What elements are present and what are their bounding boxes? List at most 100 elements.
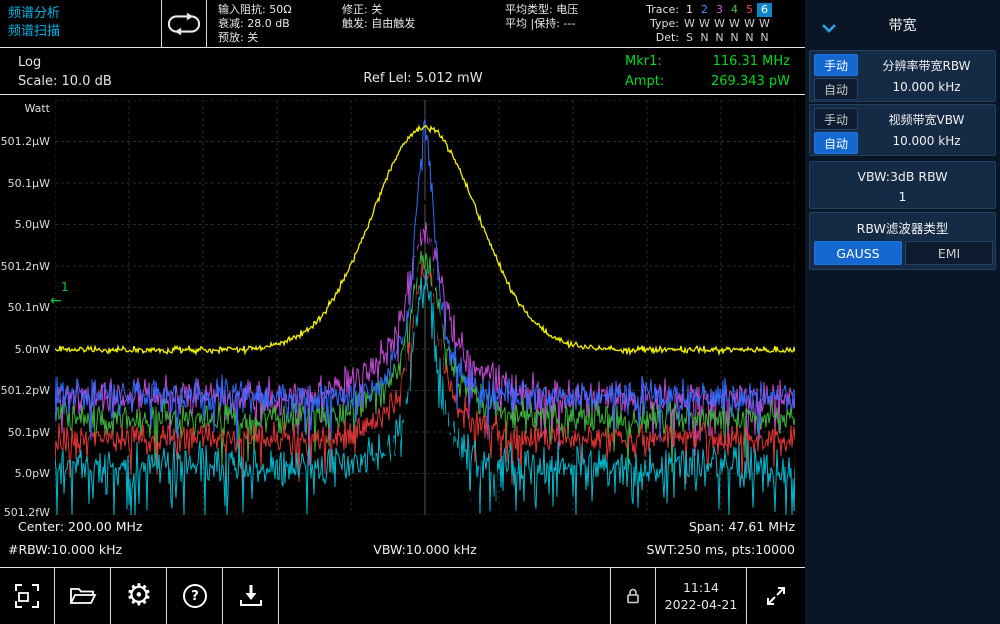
average-type: 平均类型: 电压 [505, 3, 578, 17]
type-row-label: Type: [638, 17, 682, 31]
rbw-auto-button[interactable]: 自动 [814, 78, 858, 100]
trace-row-label: Trace: [638, 3, 682, 17]
time-display: 11:14 [683, 579, 719, 596]
det-row-label: Det: [638, 31, 682, 45]
filter-gauss-button[interactable]: GAUSS [814, 241, 902, 265]
trigger-settings-column: 修正: 关 触发: 自由触发 [342, 3, 415, 31]
save-button[interactable] [224, 568, 279, 624]
marker1-arrow-icon: ← [50, 293, 62, 309]
clock-display: 11:14 2022-04-21 [656, 568, 746, 624]
trace-4-det: N [727, 31, 742, 45]
rbw-readout: #RBW:10.000 kHz [8, 542, 122, 557]
preamp: 预放: 关 [218, 31, 292, 45]
sidebar-header: 带宽 [805, 0, 1000, 48]
trace-2-det: N [697, 31, 712, 45]
date-display: 2022-04-21 [665, 596, 738, 613]
gear-icon: ⚙ [126, 581, 153, 611]
vbw-value[interactable]: 10.000 kHz [860, 134, 993, 148]
spectrum-analyzer-app: 频谱分析 频谱扫描 输入阻抗: 50Ω 衰减: 28.0 dB 预放: 关 修正… [0, 0, 1000, 624]
average-settings-column: 平均类型: 电压 平均 |保持: --- [505, 3, 578, 31]
file-open-button[interactable] [56, 568, 111, 624]
trace-4-type: W [727, 17, 742, 31]
trace-5-det: N [742, 31, 757, 45]
y-axis-label: 5.0pW [0, 467, 50, 480]
mode-spectrum-analysis[interactable]: 频谱分析 [8, 5, 60, 23]
trace-5-selector[interactable]: 5 [742, 3, 757, 17]
trace-2-selector[interactable]: 2 [697, 3, 712, 17]
trace-5-type: W [742, 17, 757, 31]
trace-status-grid: Trace:123456 Type:WWWWWW Det:SNNNNN [638, 3, 772, 45]
mode-menu: 频谱分析 频谱扫描 [8, 5, 60, 41]
y-axis-label: 501.2μW [0, 135, 50, 148]
trace-number-row: Trace:123456 [638, 3, 772, 17]
y-axis-label: 50.1μW [0, 177, 50, 190]
center-frequency[interactable]: Center: 200.00 MHz [18, 519, 143, 534]
fullscreen-button[interactable] [747, 568, 805, 624]
attenuation: 衰减: 28.0 dB [218, 17, 292, 31]
trace-1-type: W [682, 17, 697, 31]
rbw-filter-type-block: RBW滤波器类型 GAUSS EMI [809, 212, 996, 270]
marker1-frequency: 116.31 MHz [668, 54, 790, 69]
scale-label: Scale: 10.0 dB [18, 74, 112, 89]
marker1-indicator: 1 [61, 280, 69, 294]
screenshot-icon [14, 583, 40, 609]
trace-type-row: Type:WWWWWW [638, 17, 772, 31]
save-download-icon [238, 583, 264, 609]
lock-icon [625, 587, 641, 605]
y-axis-label: 5.0nW [0, 343, 50, 356]
marker1-ampt-label: Ampt: [625, 74, 664, 89]
ratio-value: 1 [810, 189, 995, 204]
continuous-sweep-button[interactable] [161, 0, 207, 47]
vbw-rbw-ratio-block[interactable]: VBW:3dB RBW 1 [809, 161, 996, 209]
filter-emi-button[interactable]: EMI [905, 241, 993, 265]
vbw-setting-block: 手动 自动 视频带宽VBW 10.000 kHz [809, 104, 996, 156]
help-button[interactable]: ? [168, 568, 223, 624]
y-axis-label: 501.2nW [0, 260, 50, 273]
fullscreen-icon [765, 585, 787, 607]
scale-type-label: Log [18, 55, 41, 70]
trace-1-selector[interactable]: 1 [682, 3, 697, 17]
trace-6-selector[interactable]: 6 [757, 3, 772, 17]
vbw-auto-button[interactable]: 自动 [814, 132, 858, 154]
chart-header: Log Scale: 10.0 dB Ref Lel: 5.012 mW Mkr… [0, 49, 805, 95]
trace-6-det: N [757, 31, 772, 45]
sweep-loop-icon [167, 11, 201, 37]
bottom-toolbar: ⚙ ? 11:14 2022-04-21 [0, 567, 805, 624]
trace-1-det: S [682, 31, 697, 45]
input-impedance: 输入阻抗: 50Ω [218, 3, 292, 17]
marker1-amplitude: 269.343 pW [668, 74, 790, 89]
sweep-time-readout: SWT:250 ms, pts:10000 [595, 542, 795, 557]
y-axis-label: 50.1nW [0, 301, 50, 314]
rbw-setting-block: 手动 自动 分辨率带宽RBW 10.000 kHz [809, 50, 996, 102]
vbw-manual-button[interactable]: 手动 [814, 108, 858, 130]
settings-button[interactable]: ⚙ [112, 568, 167, 624]
trace-3-type: W [712, 17, 727, 31]
average-hold: 平均 |保持: --- [505, 17, 578, 31]
vbw-readout: VBW:10.000 kHz [330, 542, 520, 557]
folder-icon [69, 584, 97, 608]
trace-detector-row: Det:SNNNNN [638, 31, 772, 45]
ratio-label: VBW:3dB RBW [810, 169, 995, 184]
rbw-label: 分辨率带宽RBW [860, 57, 993, 74]
trace-3-det: N [712, 31, 727, 45]
trace-6-type: W [757, 17, 772, 31]
trigger: 触发: 自由触发 [342, 17, 415, 31]
rbw-value[interactable]: 10.000 kHz [860, 80, 993, 94]
correction: 修正: 关 [342, 3, 415, 17]
y-axis-unit: Watt [0, 102, 50, 115]
mode-spectrum-scan[interactable]: 频谱扫描 [8, 23, 60, 41]
trace-2-type: W [697, 17, 712, 31]
span-frequency[interactable]: Span: 47.61 MHz [615, 519, 795, 534]
vbw-label: 视频带宽VBW [860, 111, 993, 128]
y-axis-label: 501.2fW [0, 506, 50, 519]
lock-button[interactable] [611, 568, 655, 624]
rbw-manual-button[interactable]: 手动 [814, 54, 858, 76]
ref-level-label[interactable]: Ref Lel: 5.012 mW [323, 71, 523, 86]
top-status-bar: 频谱分析 频谱扫描 输入阻抗: 50Ω 衰减: 28.0 dB 预放: 关 修正… [0, 0, 805, 48]
help-icon: ? [183, 584, 207, 608]
screenshot-button[interactable] [0, 568, 55, 624]
input-settings-column: 输入阻抗: 50Ω 衰减: 28.0 dB 预放: 关 [218, 3, 292, 45]
trace-4-selector[interactable]: 4 [727, 3, 742, 17]
spectrum-plot[interactable] [55, 100, 795, 515]
trace-3-selector[interactable]: 3 [712, 3, 727, 17]
